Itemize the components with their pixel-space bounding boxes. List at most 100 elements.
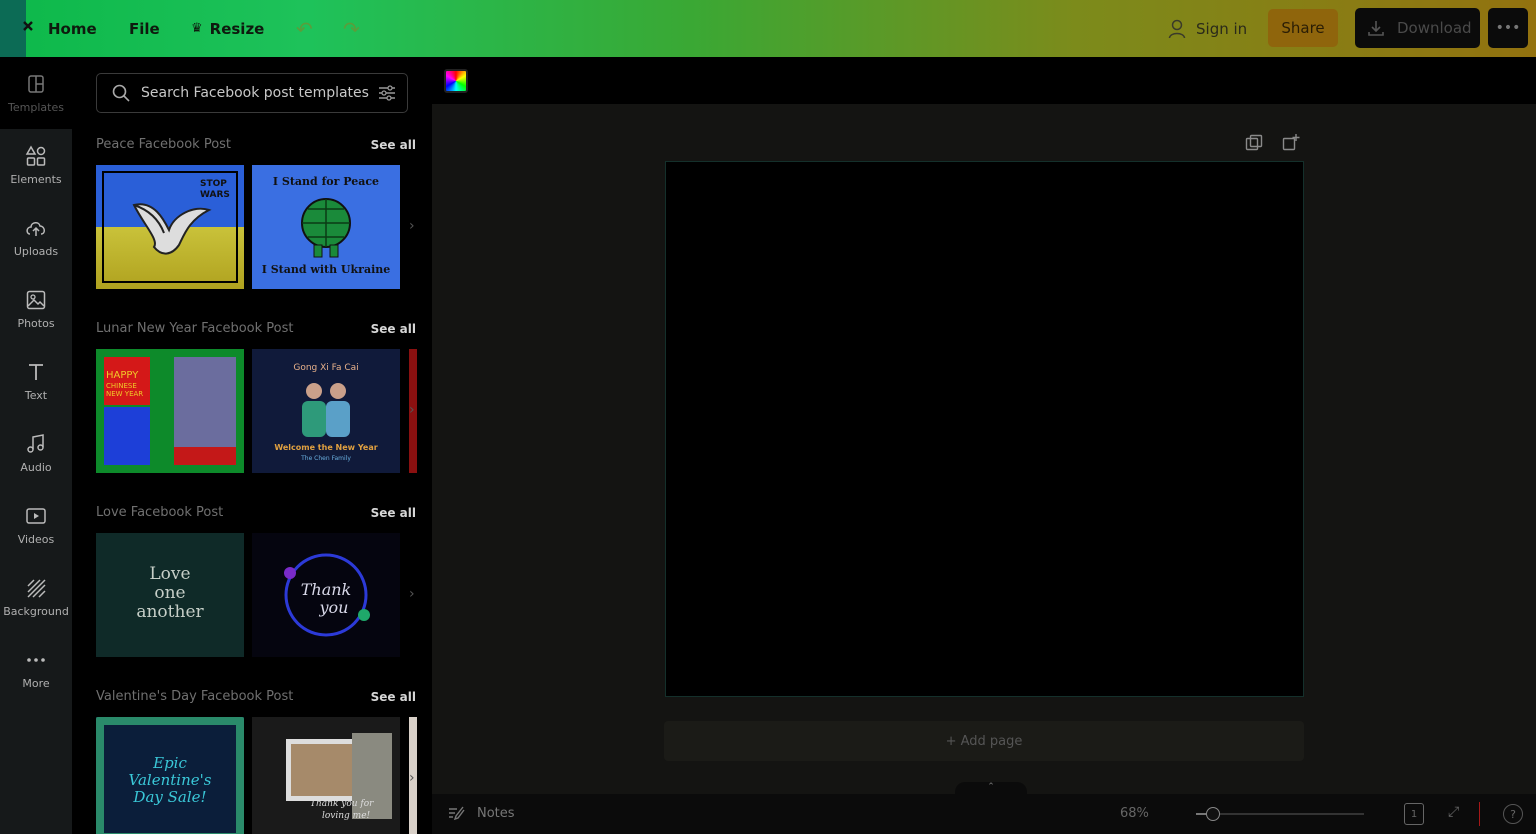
rail-label-photos: Photos — [17, 317, 55, 330]
template-thumb-valentines-1[interactable]: Epic Valentine's Day Sale! — [96, 717, 244, 834]
background-icon — [27, 579, 46, 598]
section-title-valentines: Valentine's Day Facebook Post — [96, 689, 294, 704]
templates-panel: Search Facebook post templates Peace Fac… — [72, 57, 432, 834]
see-all-love[interactable]: See all — [371, 506, 416, 520]
rail-item-more[interactable]: More — [0, 633, 72, 705]
rail-label-videos: Videos — [17, 533, 55, 546]
user-icon — [1168, 19, 1186, 38]
notes-button[interactable]: Notes — [447, 805, 515, 821]
scroll-right-icon[interactable]: › — [409, 402, 415, 418]
template-thumb-lunar-1[interactable]: HAPPY CHINESE NEW YEAR — [96, 349, 244, 473]
add-page-icon[interactable] — [1281, 133, 1301, 153]
zoom-slider-knob[interactable] — [1205, 807, 1220, 821]
resize-button[interactable]: ♛ Resize — [191, 0, 264, 57]
share-button[interactable]: Share — [1268, 9, 1338, 47]
rail-label-elements: Elements — [10, 173, 62, 186]
rail-item-elements[interactable]: Elements — [0, 129, 72, 201]
templates-icon — [28, 75, 44, 93]
see-all-lunar[interactable]: See all — [371, 322, 416, 336]
rail-label-more: More — [22, 677, 50, 690]
rail-label-background: Background — [3, 605, 69, 618]
rail-item-text[interactable]: Text — [0, 345, 72, 417]
duplicate-page-icon[interactable] — [1244, 133, 1264, 153]
rail-item-background[interactable]: Background — [0, 561, 72, 633]
thumb-text-day-sale: Day Sale! — [133, 788, 207, 806]
hamburger-menu-icon[interactable] — [20, 16, 40, 38]
template-thumb-love-1[interactable]: Love one another — [96, 533, 244, 657]
rail-label-text: Text — [24, 389, 48, 402]
chevron-up-icon[interactable]: ⌃ — [955, 782, 1027, 796]
zoom-value[interactable]: 68% — [1120, 806, 1149, 821]
thumb-text-another: another — [136, 602, 204, 622]
elements-icon — [25, 145, 46, 166]
sign-in-label: Sign in — [1196, 19, 1248, 38]
text-icon — [29, 364, 43, 380]
template-thumb-valentines-2[interactable]: Thank you for loving me! — [252, 717, 400, 834]
zoom-slider[interactable] — [1196, 813, 1364, 815]
template-thumb-peace-2[interactable]: I Stand for Peace I Stand with Ukraine — [252, 165, 400, 289]
download-button[interactable]: Download — [1355, 8, 1480, 48]
page-count-button[interactable]: 1 — [1404, 803, 1424, 825]
left-rail: Templates Elements Uploads Photos Text A… — [0, 57, 72, 834]
thumb-text-gong-xi: Gong Xi Fa Cai — [293, 363, 359, 373]
crown-icon: ♛ — [191, 21, 203, 36]
thumb-text-love: Love — [149, 564, 191, 584]
template-search-input[interactable]: Search Facebook post templates — [96, 73, 408, 113]
sign-in-button[interactable]: Sign in — [1168, 0, 1247, 57]
rail-item-photos[interactable]: Photos — [0, 273, 72, 345]
video-icon — [26, 508, 46, 524]
thumb-text-welcome: Welcome the New Year — [274, 443, 378, 452]
scroll-right-icon[interactable]: › — [409, 770, 415, 786]
rail-item-videos[interactable]: Videos — [0, 489, 72, 561]
design-page[interactable] — [665, 161, 1304, 697]
redo-icon[interactable]: ↷ — [343, 0, 360, 57]
thumb-text-epic: Epic — [153, 754, 187, 772]
notes-icon — [449, 806, 465, 821]
top-bar: Home File ♛ Resize ↶ ↷ Sign in Share Dow… — [0, 0, 1536, 57]
editor-toolbar — [432, 57, 1536, 104]
photo-icon — [26, 290, 46, 310]
rail-item-audio[interactable]: Audio — [0, 417, 72, 489]
download-label: Download — [1397, 19, 1472, 37]
thumb-text-new-year: NEW YEAR — [106, 390, 144, 398]
thumb-text-thank: Thank — [300, 580, 352, 599]
download-icon — [1368, 21, 1384, 36]
see-all-valentines[interactable]: See all — [371, 690, 416, 704]
undo-icon[interactable]: ↶ — [296, 0, 313, 57]
template-thumb-love-2[interactable]: Thank you — [252, 533, 400, 657]
see-all-peace[interactable]: See all — [371, 138, 416, 152]
help-icon[interactable]: ? — [1503, 804, 1523, 824]
divider — [1479, 802, 1480, 826]
more-icon — [27, 658, 45, 662]
thumb-text-you: you — [319, 598, 349, 617]
search-placeholder: Search Facebook post templates — [141, 85, 369, 101]
couple-illustration-icon — [302, 383, 350, 437]
rail-label-uploads: Uploads — [13, 245, 59, 258]
bottom-bar — [432, 794, 1536, 834]
color-picker-swatch[interactable] — [444, 69, 468, 93]
more-options-icon[interactable]: ••• — [1488, 8, 1528, 48]
section-title-lunar: Lunar New Year Facebook Post — [96, 321, 294, 336]
thumb-text-loving-me: loving me! — [322, 811, 371, 821]
rail-item-uploads[interactable]: Uploads — [0, 201, 72, 273]
home-button[interactable]: Home — [48, 0, 97, 57]
add-page-button[interactable]: + Add page — [664, 721, 1304, 761]
filter-icon[interactable] — [377, 83, 397, 103]
fullscreen-icon[interactable]: ⤢ — [1448, 804, 1459, 820]
file-menu-button[interactable]: File — [129, 0, 160, 57]
thumb-text-thank-you-for: Thank you for — [310, 799, 374, 809]
thumb-text-stand-peace: I Stand for Peace — [272, 175, 380, 188]
rail-item-templates[interactable]: Templates — [0, 57, 72, 129]
thumb-text-one: one — [154, 583, 186, 603]
scroll-right-icon[interactable]: › — [409, 218, 415, 234]
globe-icon — [301, 198, 351, 258]
scroll-right-icon[interactable]: › — [409, 586, 415, 602]
search-icon — [112, 84, 130, 102]
notes-label: Notes — [477, 805, 515, 821]
thumb-text-chen: The Chen Family — [301, 455, 351, 462]
upload-icon — [26, 222, 45, 236]
thumb-text-wars: WARS — [200, 190, 230, 200]
template-thumb-peace-1[interactable]: STOP WARS — [96, 165, 244, 289]
template-thumb-lunar-2[interactable]: Gong Xi Fa Cai Welcome the New Year The … — [252, 349, 400, 473]
rail-label-audio: Audio — [20, 461, 52, 474]
